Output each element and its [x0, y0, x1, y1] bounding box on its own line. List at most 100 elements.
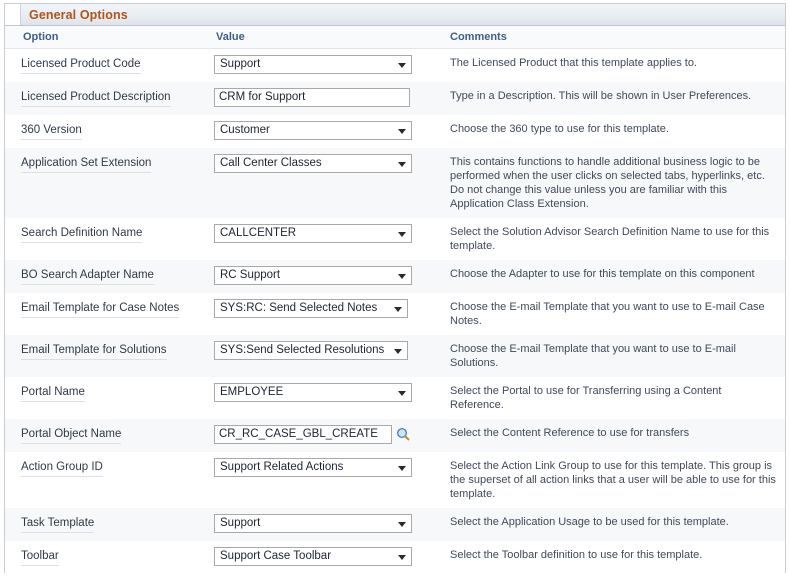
dropdown-licensed-product-code[interactable]: Support	[214, 55, 412, 74]
dropdown-application-set-extension[interactable]: Call Center Classes	[214, 154, 412, 173]
chevron-down-icon	[398, 162, 406, 167]
comments-cell: Choose the 360 type to use for this temp…	[432, 115, 785, 148]
dropdown-portal-name[interactable]: EMPLOYEE	[214, 383, 412, 402]
dropdown-selected-value: SYS:Send Selected Resolutions	[220, 344, 385, 356]
dropdown-selected-value: Support Case Toolbar	[220, 550, 332, 562]
table-row: Licensed Product Code Support The Licensed…	[5, 48, 785, 82]
dropdown-action-group-id[interactable]: Support Related Actions	[214, 458, 412, 477]
dropdown-selected-value: Support	[220, 58, 261, 70]
table-header-row: Option Value Comments	[5, 26, 785, 49]
table-row: Action Group ID Support Related Actions Se…	[5, 452, 785, 508]
table-row: BO Search Adapter Name RC Support Choose t…	[5, 260, 785, 293]
chevron-down-icon	[398, 274, 406, 279]
column-header-option: Option	[5, 26, 210, 49]
comments-cell: Select the Portal to use for Transferrin…	[432, 377, 785, 419]
dropdown-selected-value: Support Related Actions	[220, 461, 344, 473]
table-row: Email Template for Case Notes SYS:RC: Sen…	[5, 293, 785, 335]
option-label-cell: Portal Object Name	[5, 419, 210, 452]
general-options-panel: General Options Option Value Comments Li…	[4, 3, 786, 574]
comments-cell: Select the Toolbar definition to use for…	[432, 541, 785, 574]
chevron-down-icon	[398, 129, 406, 134]
value-cell: Customer	[210, 115, 432, 148]
option-label: Search Definition Name	[21, 226, 143, 243]
option-label: BO Search Adapter Name	[21, 268, 154, 285]
value-cell: EMPLOYEE	[210, 377, 432, 419]
chevron-down-icon	[394, 349, 402, 354]
option-label: 360 Version	[21, 123, 82, 140]
chevron-down-icon	[398, 555, 406, 560]
value-cell: CR_RC_CASE_GBL_CREATE	[210, 419, 432, 452]
dropdown-selected-value: Support	[220, 517, 261, 529]
option-label: Portal Object Name	[21, 427, 122, 444]
comments-cell: Select the Application Usage to be used …	[432, 508, 785, 541]
text-input-portal-object-name[interactable]: CR_RC_CASE_GBL_CREATE	[214, 425, 392, 444]
comments-cell: Select the Content Reference to use for …	[432, 419, 785, 452]
comments-cell: Select the Action Link Group to use for …	[432, 452, 785, 508]
chevron-down-icon	[398, 466, 406, 471]
value-cell: Call Center Classes	[210, 148, 432, 218]
value-cell: Support	[210, 508, 432, 541]
value-cell: Support Case Toolbar	[210, 541, 432, 574]
dropdown-task-template[interactable]: Support	[214, 514, 412, 533]
value-cell: CRM for Support	[210, 82, 432, 115]
option-label: Action Group ID	[21, 460, 103, 477]
option-label: Task Template	[21, 516, 95, 533]
option-label-cell: Application Set Extension	[5, 148, 210, 218]
text-input-value: CRM for Support	[219, 91, 306, 103]
table-row: Application Set Extension Call Center Cla…	[5, 148, 785, 218]
table-row: Licensed Product Description CRM for Supp…	[5, 82, 785, 115]
value-cell: Support Related Actions	[210, 452, 432, 508]
table-row: Search Definition Name CALLCENTER Select t…	[5, 218, 785, 260]
options-table: Option Value Comments Licensed Product C…	[5, 26, 785, 574]
dropdown-selected-value: Customer	[220, 124, 270, 136]
value-cell: CALLCENTER	[210, 218, 432, 260]
comments-cell: Type in a Description. This will be show…	[432, 82, 785, 115]
chevron-down-icon	[398, 63, 406, 68]
column-header-value: Value	[210, 26, 432, 49]
option-label-cell: 360 Version	[5, 115, 210, 148]
table-row: Email Template for Solutions SYS:Send Sel…	[5, 335, 785, 377]
text-input-value: CR_RC_CASE_GBL_CREATE	[219, 428, 378, 440]
option-label-cell: Portal Name	[5, 377, 210, 419]
option-label: Application Set Extension	[21, 156, 152, 173]
dropdown-selected-value: SYS:RC: Send Selected Notes	[220, 302, 378, 314]
option-label: Toolbar	[21, 549, 59, 566]
chevron-down-icon	[398, 232, 406, 237]
table-row: Toolbar Support Case Toolbar Select the To…	[5, 541, 785, 574]
value-cell: Support	[210, 48, 432, 82]
dropdown-toolbar[interactable]: Support Case Toolbar	[214, 547, 412, 566]
option-label-cell: BO Search Adapter Name	[5, 260, 210, 293]
page-title: General Options	[29, 7, 128, 22]
option-label: Portal Name	[21, 385, 85, 402]
option-label-cell: Task Template	[5, 508, 210, 541]
comments-cell: Choose the E-mail Template that you want…	[432, 335, 785, 377]
dropdown-selected-value: CALLCENTER	[220, 227, 297, 239]
table-row: 360 Version Customer Choose the 360 type t…	[5, 115, 785, 148]
value-cell: SYS:Send Selected Resolutions	[210, 335, 432, 377]
table-row: Portal Object Name CR_RC_CASE_GBL_CREATE S…	[5, 419, 785, 452]
dropdown-bo-search-adapter-name[interactable]: RC Support	[214, 266, 412, 285]
table-row: Portal Name EMPLOYEE Select the Portal to …	[5, 377, 785, 419]
option-label: Email Template for Solutions	[21, 343, 167, 360]
table-header: Option Value Comments	[5, 26, 785, 49]
dropdown-selected-value: RC Support	[220, 269, 281, 281]
comments-cell: Select the Solution Advisor Search Defin…	[432, 218, 785, 260]
dropdown-email-template-for-case-notes[interactable]: SYS:RC: Send Selected Notes	[214, 299, 408, 318]
dropdown-selected-value: EMPLOYEE	[220, 386, 284, 398]
dropdown-email-template-for-solutions[interactable]: SYS:Send Selected Resolutions	[214, 341, 408, 360]
text-input-licensed-product-description[interactable]: CRM for Support	[214, 88, 410, 107]
option-label: Licensed Product Code	[21, 57, 141, 74]
dropdown-search-definition-name[interactable]: CALLCENTER	[214, 224, 412, 243]
option-label-cell: Email Template for Case Notes	[5, 293, 210, 335]
option-label: Licensed Product Description	[21, 90, 171, 107]
comments-cell: Choose the Adapter to use for this templ…	[432, 260, 785, 293]
table-row: Task Template Support Select the Applicati…	[5, 508, 785, 541]
value-cell: RC Support	[210, 260, 432, 293]
column-header-comments: Comments	[432, 26, 785, 49]
table-body: Licensed Product Code Support The Licensed…	[5, 48, 785, 574]
dropdown-360-version[interactable]: Customer	[214, 121, 412, 140]
option-label-cell: Toolbar	[5, 541, 210, 574]
magnifier-icon[interactable]	[396, 427, 410, 441]
option-label-cell: Action Group ID	[5, 452, 210, 508]
option-label-cell: Licensed Product Description	[5, 82, 210, 115]
